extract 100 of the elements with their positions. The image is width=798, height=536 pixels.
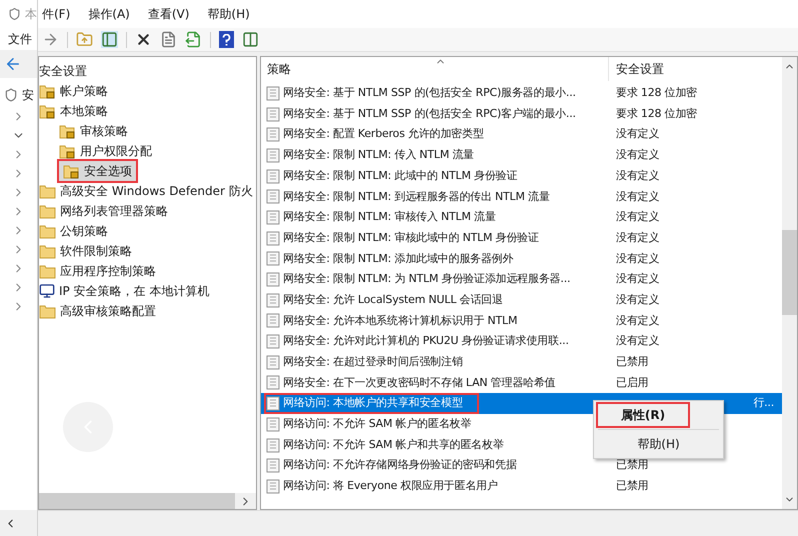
column-header[interactable]: 安全设置	[609, 57, 782, 81]
tree-item[interactable]: 软件限制策略	[39, 241, 136, 261]
policy-icon	[266, 189, 280, 204]
policy-icon	[266, 251, 280, 266]
column-header[interactable]: 策略	[261, 57, 609, 81]
setting-cell-text: 已启用	[615, 374, 648, 391]
setting-cell-text: 没有定义	[615, 230, 660, 246]
policy-cell: 网络安全: 基于 NTLM SSP 的(包括安全 RPC)服务器的最小...	[266, 85, 576, 102]
policy-icon	[266, 416, 280, 432]
policy-cell: 网络访问: 不允许 SAM 帐户和共享的匿名枚举	[266, 436, 504, 454]
policy-cell: 网络安全: 在超过登录时间后强制注销	[266, 354, 463, 371]
policy-icon	[266, 354, 280, 370]
policy-icon	[266, 127, 280, 142]
policy-cell: 网络访问: 不允许存储网络身份验证的密码和凭据	[266, 457, 517, 474]
tree-item[interactable]: IP 安全策略，在 本地计算机	[39, 281, 214, 301]
setting-cell-text: 没有定义	[615, 209, 660, 226]
policy-icon	[266, 168, 280, 184]
menu-item[interactable]: 操作(A)	[88, 5, 130, 23]
tree-item[interactable]: 本地策略	[39, 101, 112, 121]
tree-item[interactable]: 用户权限分配	[59, 141, 156, 161]
folder-icon	[39, 184, 56, 198]
menu-item[interactable]: 查看(V)	[148, 5, 190, 23]
policy-cell: 网络安全: 允许对此计算机的 PKU2U 身份验证请求使用联...	[266, 333, 569, 350]
tree-root[interactable]: 安全设置	[39, 62, 87, 80]
window-title: 本	[25, 6, 37, 23]
folder-up-icon[interactable]	[76, 31, 93, 48]
properties-icon[interactable]	[160, 31, 177, 48]
security-icon	[4, 88, 18, 102]
locked-folder-icon	[59, 124, 76, 138]
policy-cell: 网络安全: 在下一次更改密码时不存储 LAN 管理器哈希值	[266, 374, 556, 392]
delete-icon[interactable]	[135, 31, 152, 48]
tree-item[interactable]: 应用程序控制策略	[39, 261, 160, 281]
scrollbar-thumb[interactable]	[782, 230, 797, 315]
tree-item[interactable]: 安全选项	[59, 161, 136, 181]
tree-item[interactable]: 安	[22, 86, 34, 104]
folder-icon	[39, 264, 56, 278]
security-icon	[8, 7, 21, 21]
policy-cell: 网络安全: 限制 NTLM: 审核传入 NTLM 流量	[266, 209, 496, 226]
policy-icon	[266, 375, 280, 390]
policy-cell: 网络访问: 本地帐户的共享和安全模型	[266, 395, 477, 412]
policy-icon	[266, 458, 280, 474]
policy-icon	[266, 148, 280, 163]
policy-icon	[266, 478, 280, 494]
locked-folder-icon	[63, 164, 80, 178]
policy-icon	[266, 292, 280, 308]
panel-icon[interactable]	[101, 31, 118, 48]
policy-icon	[266, 438, 280, 453]
policy-cell: 网络安全: 允许 LocalSystem NULL 会话回退	[266, 292, 503, 308]
policy-icon	[266, 272, 280, 288]
tree-item[interactable]: 网络列表管理器策略	[39, 201, 172, 221]
policy-cell: 网络安全: 允许本地系统将计算机标识用于 NTLM	[266, 312, 518, 330]
policy-icon	[266, 210, 280, 225]
policy-icon	[266, 313, 280, 328]
policy-cell: 网络访问: 不允许 SAM 帐户的匿名枚举	[266, 416, 472, 433]
setting-cell-text: 没有定义	[615, 168, 660, 184]
menu-item[interactable]: 件(F)	[42, 5, 70, 23]
tree-item[interactable]: 审核策略	[59, 121, 132, 141]
tree-item[interactable]: 高级安全 Windows Defender 防火	[39, 181, 257, 201]
locked-folder-icon	[39, 84, 56, 98]
menu-item[interactable]: 帮助(H)	[207, 5, 250, 23]
locked-folder-icon	[39, 104, 56, 118]
setting-cell-text: 没有定义	[615, 271, 660, 288]
setting-cell-text: 已禁用	[615, 354, 648, 370]
policy-cell: 网络安全: 配置 Kerberos 允许的加密类型	[266, 126, 484, 143]
policy-cell: 网络安全: 限制 NTLM: 到远程服务器的传出 NTLM 流量	[266, 188, 550, 206]
setting-cell-text: 没有定义	[615, 333, 660, 350]
policy-icon	[266, 334, 280, 350]
export-icon[interactable]	[185, 31, 202, 48]
policy-icon	[266, 86, 280, 101]
setting-cell-text: 没有定义	[615, 126, 660, 142]
policy-cell: 网络安全: 限制 NTLM: 此域中的 NTLM 身份验证	[266, 168, 518, 184]
policy-icon	[266, 396, 280, 412]
setting-cell-text: 要求 128 位加密	[615, 106, 697, 122]
setting-cell-text: 没有定义	[615, 312, 660, 329]
policy-cell: 网络安全: 限制 NTLM: 添加此域中的服务器例外	[266, 250, 514, 268]
tree-item[interactable]: 高级审核策略配置	[39, 301, 160, 321]
panel-icon[interactable]	[242, 31, 259, 48]
setting-cell-text: 要求 128 位加密	[615, 85, 697, 102]
policy-icon	[266, 230, 280, 246]
setting-cell-text: 没有定义	[615, 188, 660, 205]
tree-item[interactable]: 帐户策略	[39, 81, 112, 101]
tree-item[interactable]: 公钥策略	[39, 221, 112, 241]
folder-icon	[39, 224, 56, 238]
setting-cell-text: 已禁用	[615, 457, 648, 474]
folder-icon	[39, 244, 56, 258]
setting-cell-text: 没有定义	[615, 292, 660, 308]
setting-cell-text: 没有定义	[615, 250, 660, 267]
policy-cell: 网络安全: 基于 NTLM SSP 的(包括安全 RPC)客户端的最小...	[266, 106, 576, 122]
scrollbar-thumb[interactable]	[39, 493, 235, 509]
policy-cell: 网络安全: 限制 NTLM: 传入 NTLM 流量	[266, 147, 474, 164]
forward-icon[interactable]	[42, 31, 59, 48]
policy-icon	[266, 106, 280, 122]
help-icon[interactable]	[219, 31, 234, 48]
setting-cell-text: 行...	[752, 395, 775, 412]
menu-item[interactable]: 帮助(H)	[598, 433, 719, 455]
policy-cell: 网络安全: 限制 NTLM: 为 NTLM 身份验证添加远程服务器...	[266, 271, 570, 288]
locked-folder-icon	[59, 144, 76, 158]
setting-cell-text: 已禁用	[615, 478, 648, 494]
folder-icon	[39, 204, 56, 218]
back-icon[interactable]	[4, 55, 22, 73]
